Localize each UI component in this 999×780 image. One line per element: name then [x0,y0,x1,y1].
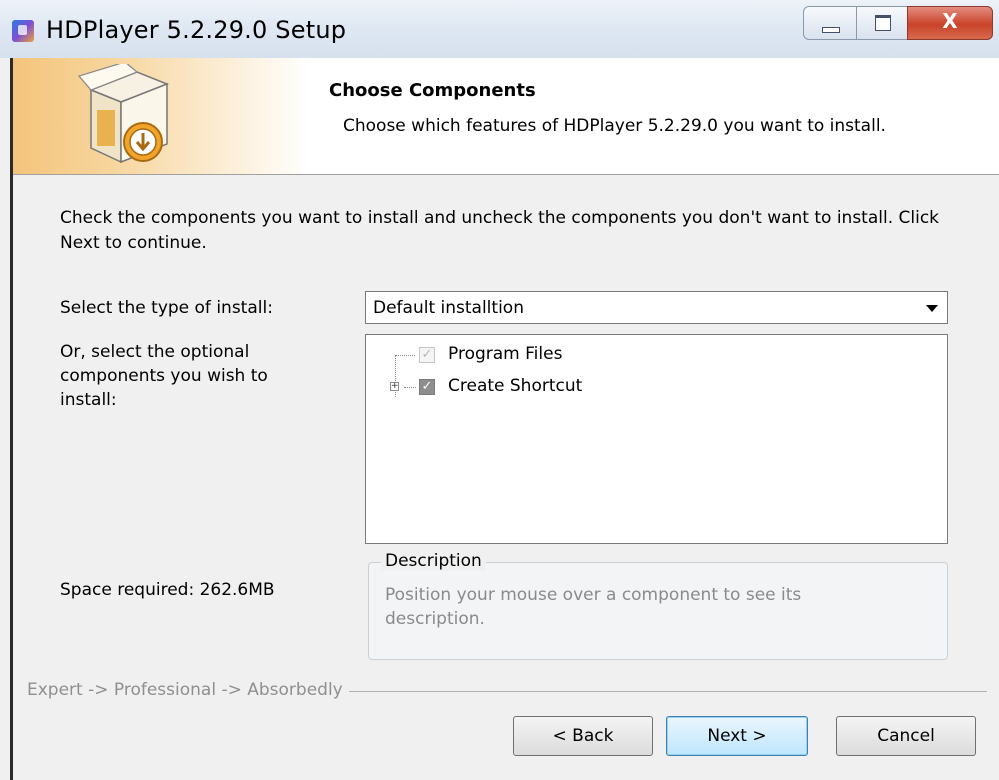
tree-item-create-shortcut[interactable]: Create Shortcut [448,376,582,396]
create-shortcut-checkbox[interactable]: ✓ [419,379,435,395]
install-type-value: Default installtion [373,298,524,318]
page-subtitle: Choose which features of HDPlayer 5.2.29… [343,116,886,136]
header-panel: Choose Components Choose which features … [13,58,999,175]
branding-text: Expert -> Professional -> Absorbedly [27,680,349,700]
description-group: Description Position your mouse over a c… [368,551,948,660]
title-bar: HDPlayer 5.2.29.0 Setup X [0,0,999,58]
optional-components-label: Or, select the optional components you w… [60,342,268,410]
instructions-text: Check the components you want to install… [60,208,940,253]
description-text: Position your mouse over a component to … [385,585,802,629]
tree-connector [404,387,416,388]
description-title: Description [381,551,486,571]
plus-expander-icon[interactable]: + [390,382,399,391]
back-button[interactable]: < Back [513,716,653,756]
install-box-icon [77,64,170,164]
install-type-select[interactable]: Default installtion [365,291,948,324]
page-title: Choose Components [329,80,536,101]
maximize-button[interactable] [856,6,908,40]
window-title: HDPlayer 5.2.29.0 Setup [46,16,347,44]
close-icon: X [942,9,958,33]
components-tree[interactable]: + ✓ Program Files ✓ Create Shortcut [365,334,948,544]
install-type-label: Select the type of install: [60,298,273,318]
chevron-down-icon[interactable] [926,305,938,312]
minimize-button[interactable] [803,6,857,40]
next-button[interactable]: Next > [666,716,808,756]
cancel-button[interactable]: Cancel [836,716,976,756]
tree-item-program-files[interactable]: Program Files [448,344,562,364]
space-required-text: Space required: 262.6MB [60,580,275,600]
program-files-checkbox[interactable]: ✓ [419,347,435,363]
hdplayer-app-icon [12,20,34,42]
tree-connector [395,355,415,356]
close-button[interactable]: X [907,6,993,40]
